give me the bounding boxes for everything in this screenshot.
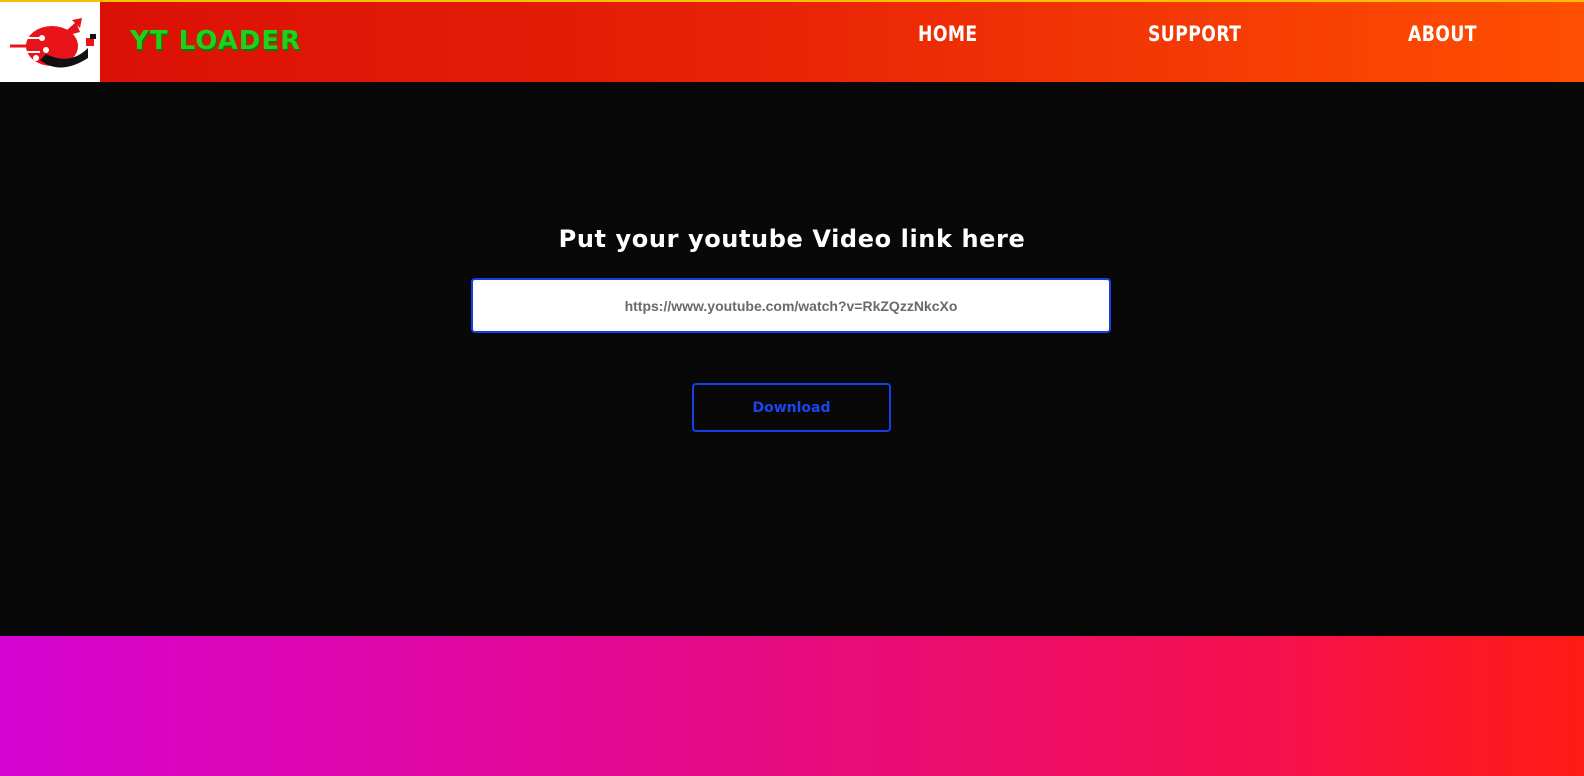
nav-about[interactable]: ABOUT bbox=[1408, 22, 1477, 46]
nav-home[interactable]: HOME bbox=[918, 22, 978, 46]
page-title: Put your youtube Video link here bbox=[558, 225, 1026, 253]
url-input[interactable] bbox=[471, 278, 1111, 333]
footer bbox=[0, 636, 1584, 776]
nav-support[interactable]: SUPPORT bbox=[1148, 22, 1241, 46]
logo[interactable] bbox=[0, 2, 100, 82]
brand-name[interactable]: YT LOADER bbox=[130, 26, 301, 56]
rocket-logo-icon bbox=[2, 18, 96, 68]
main-content: Put your youtube Video link here Downloa… bbox=[0, 82, 1584, 636]
download-button[interactable]: Download bbox=[692, 383, 891, 432]
header: YT LOADER HOME SUPPORT ABOUT bbox=[0, 0, 1584, 82]
